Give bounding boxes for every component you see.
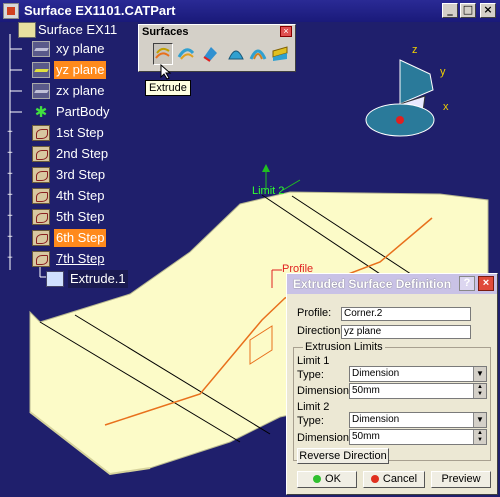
limit2-dimension-label: Dimension: (297, 432, 353, 444)
extruded-surface-dialog: Extruded Surface Definition ? × Profile:… (286, 273, 498, 495)
plane-icon (32, 41, 50, 57)
maximize-button[interactable]: □ (460, 3, 476, 18)
geometrical-set-icon (32, 146, 50, 162)
limit1-dimension-field[interactable]: 50mm ▲ ▼ (349, 383, 487, 399)
svg-text:y: y (440, 66, 446, 78)
minimize-button[interactable]: _ (442, 3, 458, 18)
multi-section-icon (249, 49, 267, 60)
limit2-type-label: Type: (297, 415, 324, 427)
limit1-type-select[interactable]: Dimension ▼ (349, 366, 487, 382)
close-button[interactable]: × (480, 3, 496, 18)
fill-icon (228, 50, 244, 60)
offset-icon (177, 48, 195, 60)
limit1-label: Limit 1 (297, 355, 330, 367)
window-title-bar: Surface EX1101.CATPart _ □ × (0, 0, 500, 22)
expand-toggle[interactable]: + (6, 149, 14, 158)
geometrical-set-icon (32, 188, 50, 204)
geometrical-set-icon (32, 230, 50, 246)
plane-icon (32, 83, 50, 99)
limit1-type-label: Type: (297, 369, 324, 381)
expand-toggle[interactable]: + (6, 191, 14, 200)
direction-field[interactable]: yz plane (341, 325, 471, 339)
expand-toggle[interactable]: + (6, 128, 14, 137)
specification-tree: Surface EX11 xy plane yz plane zx plane … (0, 22, 140, 292)
reverse-direction-button[interactable]: Reverse Direction (297, 448, 389, 464)
expand-toggle[interactable]: + (6, 233, 14, 242)
blend-icon (272, 46, 288, 61)
limit1-dimension-label: Dimension: (297, 385, 353, 397)
window-title: Surface EX1101.CATPart (24, 3, 176, 18)
sweep-button[interactable] (201, 43, 221, 65)
svg-text:x: x (443, 101, 449, 113)
dialog-title: Extruded Surface Definition (293, 277, 452, 291)
cancel-button[interactable]: Cancel (363, 471, 425, 488)
profile-label: Profile: (297, 307, 332, 319)
offset-button[interactable] (177, 43, 197, 65)
toolbar-title[interactable]: Surfaces (139, 25, 295, 39)
limit2-dimension-field[interactable]: 50mm ▲ ▼ (349, 429, 487, 445)
expand-toggle[interactable]: + (6, 170, 14, 179)
limit-label: Limit 2 (252, 185, 284, 197)
blend-button[interactable] (271, 43, 291, 65)
cancel-icon (370, 475, 379, 484)
catia-app-icon[interactable] (3, 3, 19, 19)
plane-icon (32, 62, 50, 78)
part-icon (18, 22, 36, 38)
dialog-close-button[interactable]: × (478, 276, 494, 291)
direction-label: Direction: (297, 325, 344, 337)
geometrical-set-icon (32, 167, 50, 183)
mouse-cursor-icon (160, 64, 172, 80)
fill-button[interactable] (227, 43, 247, 65)
multi-section-button[interactable] (249, 43, 269, 65)
extrude-tooltip: Extrude (145, 80, 191, 96)
dialog-title-bar[interactable]: Extruded Surface Definition ? × (287, 274, 497, 294)
geometrical-set-icon (32, 125, 50, 141)
svg-text:z: z (412, 44, 418, 56)
help-button[interactable]: ? (459, 276, 475, 291)
profile-field[interactable]: Corner.2 (341, 307, 471, 321)
toolbar-close-button[interactable]: × (280, 26, 292, 37)
ok-icon (313, 475, 322, 484)
compass-axis: z y x (365, 44, 449, 137)
chevron-down-icon[interactable]: ▼ (473, 413, 486, 427)
geometrical-set-icon (32, 209, 50, 225)
chevron-down-icon[interactable]: ▼ (473, 367, 486, 381)
ok-button[interactable]: OK (297, 471, 357, 488)
extrude-icon (46, 271, 64, 287)
extrusion-limits-label: Extrusion Limits (303, 341, 385, 353)
expand-toggle[interactable]: + (6, 212, 14, 221)
partbody-icon: ✱ (34, 103, 48, 121)
limit2-label: Limit 2 (297, 401, 330, 413)
geometrical-set-icon (32, 251, 50, 267)
extrude-button[interactable] (153, 43, 173, 65)
spinner-icon[interactable]: ▲ ▼ (473, 384, 486, 398)
limit2-type-select[interactable]: Dimension ▼ (349, 412, 487, 428)
preview-button[interactable]: Preview (431, 471, 491, 488)
collapse-toggle[interactable]: − (6, 254, 14, 263)
spinner-icon[interactable]: ▲ ▼ (473, 430, 486, 444)
sweep-icon (203, 47, 217, 62)
extrude-icon (155, 47, 170, 59)
